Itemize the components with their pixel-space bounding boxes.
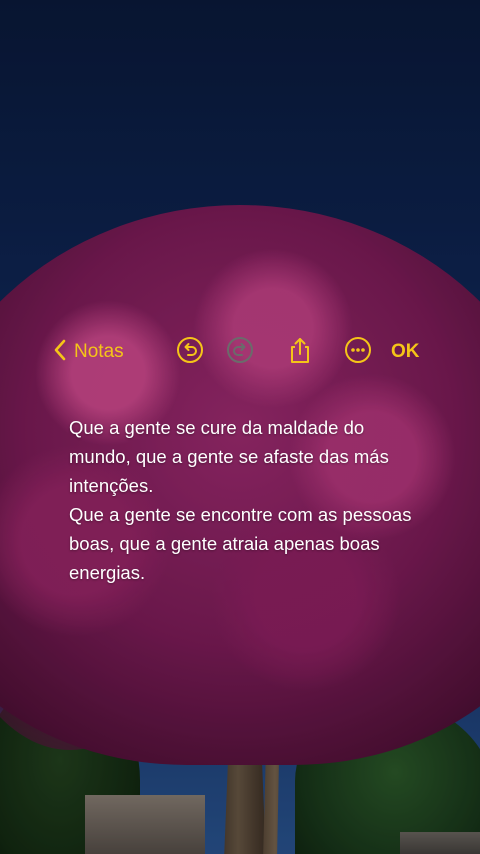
chevron-left-icon xyxy=(52,338,68,367)
note-paragraph: Que a gente se cure da maldade do mundo,… xyxy=(69,417,389,496)
undo-button[interactable] xyxy=(176,336,204,369)
back-button[interactable]: Notas xyxy=(52,338,124,366)
back-label: Notas xyxy=(74,341,124,362)
done-button[interactable]: OK xyxy=(391,341,420,363)
undo-icon xyxy=(176,336,204,369)
note-paragraph: Que a gente se encontre com as pessoas b… xyxy=(69,504,412,583)
redo-button[interactable] xyxy=(226,336,254,369)
notes-toolbar: Notas OK xyxy=(0,332,480,372)
more-button[interactable] xyxy=(344,336,372,369)
more-icon xyxy=(344,336,372,369)
note-body[interactable]: Que a gente se cure da maldade do mundo,… xyxy=(69,413,429,587)
redo-icon xyxy=(226,336,254,369)
share-icon xyxy=(286,336,314,369)
share-button[interactable] xyxy=(286,336,314,369)
